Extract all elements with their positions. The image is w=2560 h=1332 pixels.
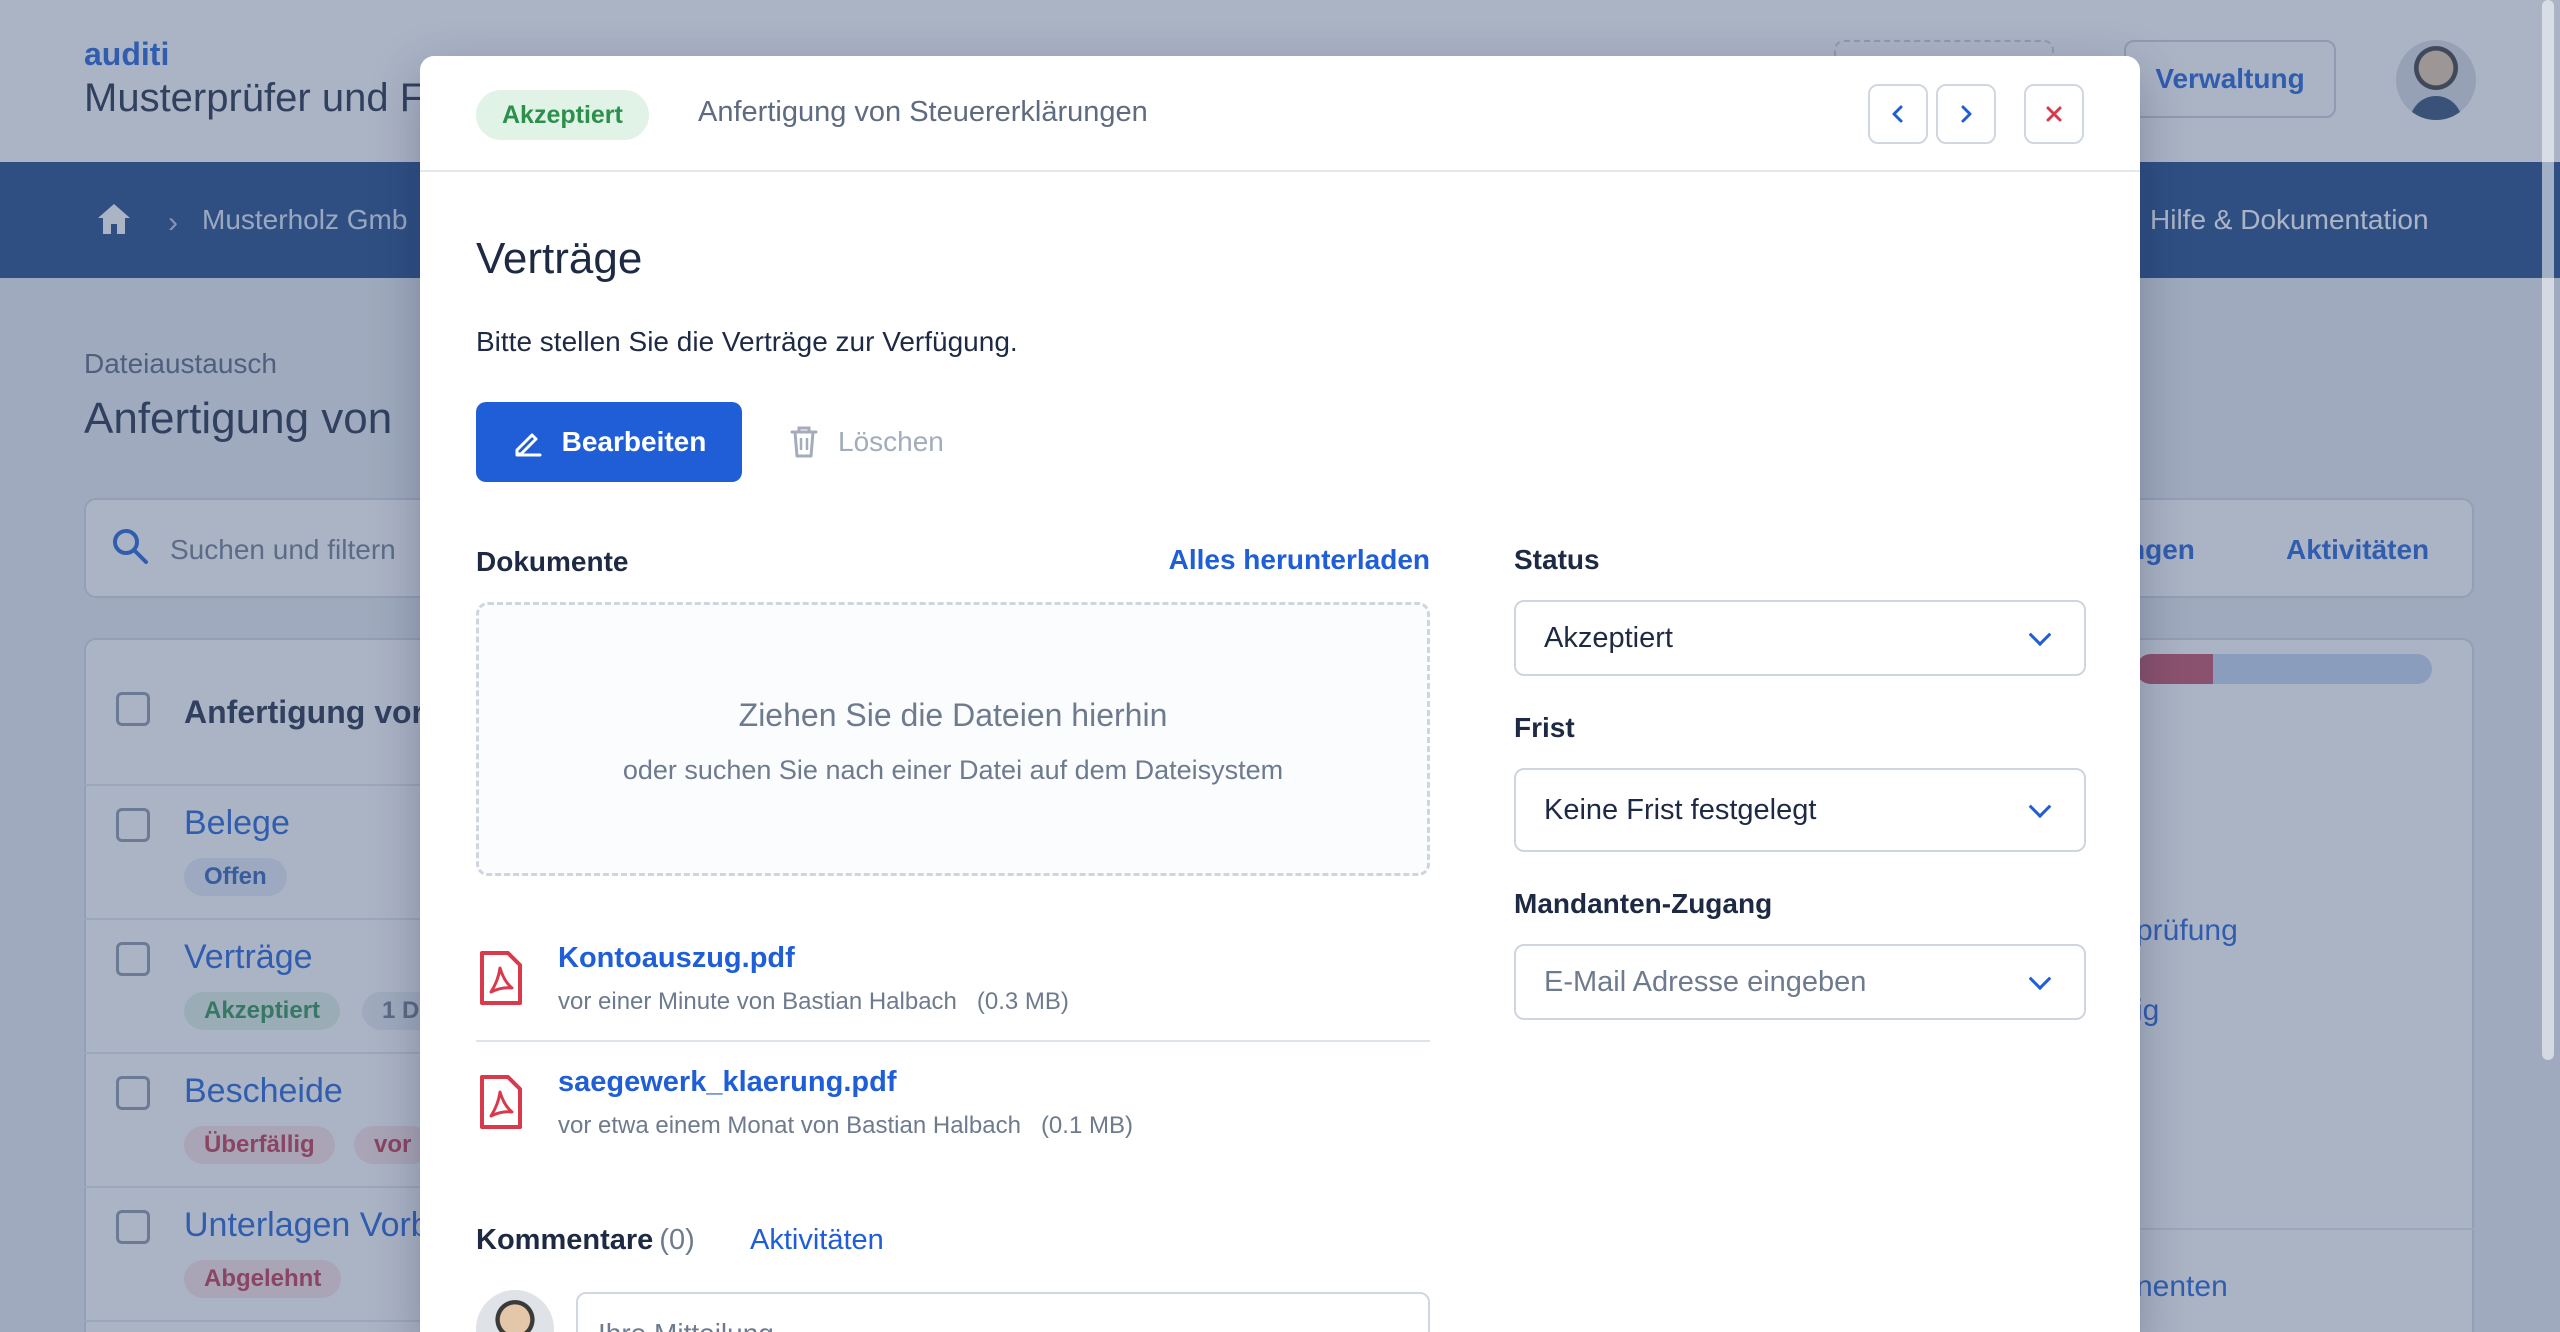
activities-link[interactable]: Aktivitäten [750,1224,884,1257]
previous-button[interactable] [1868,84,1928,144]
pdf-file-icon [480,1075,522,1129]
deadline-select-value: Keine Frist festgelegt [1544,793,1817,826]
file-item: Kontoauszug.pdf vor einer Minute von Bas… [476,936,1430,1056]
chevron-down-icon [2028,795,2052,819]
deadline-label: Frist [1514,712,1575,743]
client-access-email-input[interactable]: E-Mail Adresse eingeben [1514,944,2086,1020]
file-name-link[interactable]: Kontoauszug.pdf [558,942,795,975]
deadline-select[interactable]: Keine Frist festgelegt [1514,768,2086,852]
chevron-right-icon [1961,105,1972,123]
comment-input[interactable]: Ihre Mitteilung [576,1292,1430,1332]
client-access-placeholder: E-Mail Adresse eingeben [1544,965,1867,998]
delete-button[interactable]: Löschen [788,402,944,482]
file-dropzone[interactable]: Ziehen Sie die Dateien hierhin oder such… [476,602,1430,876]
chevron-down-icon [2028,623,2052,647]
documents-label: Dokumente [476,546,629,577]
file-name-link[interactable]: saegewerk_klaerung.pdf [558,1066,896,1099]
pdf-file-icon [480,951,522,1005]
next-button[interactable] [1936,84,1996,144]
comments-label: Kommentare [476,1224,654,1256]
file-divider [476,1040,1430,1042]
page-scrollbar[interactable] [2542,0,2554,1060]
avatar [476,1290,554,1332]
file-item: saegewerk_klaerung.pdf vor etwa einem Mo… [476,1060,1430,1180]
close-icon [2046,106,2062,122]
file-meta: vor einer Minute von Bastian Halbach (0.… [558,988,1069,1016]
download-all-link[interactable]: Alles herunterladen [1169,544,1430,576]
edit-button[interactable]: Bearbeiten [476,402,742,482]
chevron-down-icon [2028,967,2052,991]
modal-title: Verträge [476,234,643,283]
dropzone-browse-hint[interactable]: oder suchen Sie nach einer Datei auf dem… [479,755,1427,786]
client-access-label: Mandanten-Zugang [1514,888,1773,919]
file-meta: vor etwa einem Monat von Bastian Halbach… [558,1112,1133,1140]
edit-button-label: Bearbeiten [561,426,707,457]
modal-description: Bitte stellen Sie die Verträge zur Verfü… [476,326,1018,357]
file-size: (0.1 MB) [1040,1112,1133,1139]
status-select-value: Akzeptiert [1544,621,1673,654]
file-uploaded-by: vor etwa einem Monat von Bastian Halbach [558,1112,1021,1139]
status-badge: Akzeptiert [476,90,649,140]
trash-icon [790,426,818,458]
close-button[interactable] [2024,84,2084,144]
dropzone-title: Ziehen Sie die Dateien hierhin [738,697,1168,733]
file-uploaded-by: vor einer Minute von Bastian Halbach [558,988,957,1015]
modal-header-title: Anfertigung von Steuererklärungen [698,96,1148,128]
comments-count: (0) [659,1224,695,1256]
modal-header: Akzeptiert Anfertigung von Steuererkläru… [420,56,2140,172]
status-label: Status [1514,544,1600,575]
status-select[interactable]: Akzeptiert [1514,600,2086,676]
pencil-icon [515,433,542,457]
delete-button-label: Löschen [838,426,944,457]
file-size: (0.3 MB) [976,988,1069,1015]
chevron-left-icon [1892,105,1903,123]
comments-heading: Kommentare (0) [476,1224,695,1257]
request-detail-modal: Akzeptiert Anfertigung von Steuererkläru… [420,56,2140,1332]
